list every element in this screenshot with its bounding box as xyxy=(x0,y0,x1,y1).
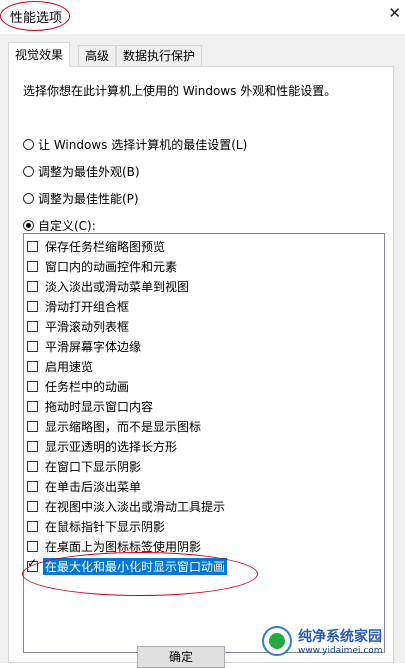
radio-icon xyxy=(23,166,34,177)
list-item-label: 保存任务栏缩略图预览 xyxy=(45,239,166,254)
list-item[interactable]: 在桌面上为图标标签使用阴影 xyxy=(27,537,203,555)
radio-label: 调整为最佳性能(P) xyxy=(38,192,139,206)
dialog-body: 视觉效果 高级 数据执行保护 选择你想在此计算机上使用的 Windows 外观和… xyxy=(0,34,405,663)
list-item-label: 在最大化和最小化时显示窗口动画 xyxy=(43,557,228,575)
checkbox[interactable] xyxy=(27,520,38,532)
list-item[interactable]: 滑动打开组合框 xyxy=(27,297,131,315)
list-item-label: 淡入淡出或滑动菜单到视图 xyxy=(45,279,190,294)
list-item-label: 在视图中淡入淡出或滑动工具提示 xyxy=(45,499,226,514)
list-item-label: 拖动时显示窗口内容 xyxy=(45,399,154,414)
checkbox-checked[interactable]: ✓ xyxy=(27,557,38,572)
list-item-label: 滑动打开组合框 xyxy=(45,299,130,314)
list-item[interactable]: 窗口内的动画控件和元素 xyxy=(27,257,179,275)
list-item[interactable]: 显示亚透明的选择长方形 xyxy=(27,437,179,455)
checkbox[interactable] xyxy=(27,360,38,372)
checkbox[interactable] xyxy=(27,500,38,512)
list-item-label: 在窗口下显示阴影 xyxy=(45,459,142,474)
checkbox[interactable] xyxy=(27,280,38,292)
radio-custom[interactable]: 自定义(C): xyxy=(23,217,96,234)
window-title: 性能选项 xyxy=(10,11,63,26)
radio-let-windows-choose[interactable]: 让 Windows 选择计算机的最佳设置(L) xyxy=(23,136,247,153)
checkbox[interactable] xyxy=(27,460,38,472)
list-item[interactable]: 任务栏中的动画 xyxy=(27,377,131,395)
list-item[interactable]: 平滑滚动列表框 xyxy=(27,317,131,335)
list-item[interactable]: 在视图中淡入淡出或滑动工具提示 xyxy=(27,497,227,515)
radio-best-appearance[interactable]: 调整为最佳外观(B) xyxy=(23,163,140,180)
list-item[interactable]: 淡入淡出或滑动菜单到视图 xyxy=(27,277,191,295)
checkbox[interactable] xyxy=(27,320,38,332)
watermark: 纯净系统家园 www.yidaimei.com xyxy=(262,626,383,656)
list-item-label: 启用速览 xyxy=(45,359,94,374)
effects-list[interactable]: 保存任务栏缩略图预览 窗口内的动画控件和元素 淡入淡出或滑动菜单到视图 滑动打开… xyxy=(23,233,385,653)
checkbox[interactable] xyxy=(27,420,38,432)
list-item-selected[interactable]: ✓ 在最大化和最小化时显示窗口动画 xyxy=(27,557,228,575)
list-item[interactable]: 拖动时显示窗口内容 xyxy=(27,397,155,415)
watermark-logo-icon xyxy=(262,626,292,656)
list-item[interactable]: 在鼠标指针下显示阴影 xyxy=(27,517,167,535)
visual-effects-page: 选择你想在此计算机上使用的 Windows 外观和性能设置。 让 Windows… xyxy=(8,66,394,663)
checkbox[interactable] xyxy=(27,240,38,252)
list-item[interactable]: 保存任务栏缩略图预览 xyxy=(27,237,167,255)
list-item-label: 显示缩略图，而不是显示图标 xyxy=(45,419,202,434)
checkbox[interactable] xyxy=(27,540,38,552)
tab-dep[interactable]: 数据执行保护 xyxy=(116,45,203,66)
radio-best-performance[interactable]: 调整为最佳性能(P) xyxy=(23,190,139,207)
list-item[interactable]: 在窗口下显示阴影 xyxy=(27,457,143,475)
radio-label: 自定义(C): xyxy=(38,219,96,233)
page-description: 选择你想在此计算机上使用的 Windows 外观和性能设置。 xyxy=(23,84,337,98)
checkbox[interactable] xyxy=(27,400,38,412)
checkbox[interactable] xyxy=(27,300,38,312)
list-item-label: 平滑滚动列表框 xyxy=(45,319,130,334)
checkbox[interactable] xyxy=(27,480,38,492)
checkbox[interactable] xyxy=(27,340,38,352)
list-item-label: 任务栏中的动画 xyxy=(45,379,130,394)
radio-icon xyxy=(23,193,34,204)
tab-advanced[interactable]: 高级 xyxy=(78,45,117,66)
watermark-url: www.yidaimei.com xyxy=(298,646,383,656)
radio-icon xyxy=(23,139,34,150)
list-item[interactable]: 显示缩略图，而不是显示图标 xyxy=(27,417,203,435)
radio-selected-dot xyxy=(26,223,31,228)
watermark-name: 纯净系统家园 xyxy=(298,629,382,645)
list-item[interactable]: 平滑屏幕字体边缘 xyxy=(27,337,143,355)
checkmark-icon: ✓ xyxy=(27,555,38,570)
list-item[interactable]: 在单击后淡出菜单 xyxy=(27,477,143,495)
list-item-label: 平滑屏幕字体边缘 xyxy=(45,339,142,354)
list-item-label: 在桌面上为图标标签使用阴影 xyxy=(45,539,202,554)
list-item-label: 窗口内的动画控件和元素 xyxy=(45,259,178,274)
list-item[interactable]: 启用速览 xyxy=(27,357,95,375)
ok-button[interactable]: 确定 xyxy=(137,646,225,668)
close-icon[interactable]: ✕ xyxy=(388,4,401,22)
checkbox[interactable] xyxy=(27,440,38,452)
radio-label: 调整为最佳外观(B) xyxy=(38,165,140,179)
title-bar: 性能选项 ✕ xyxy=(0,0,405,34)
checkbox[interactable] xyxy=(27,380,38,392)
list-item-label: 在单击后淡出菜单 xyxy=(45,479,142,494)
checkbox[interactable] xyxy=(27,260,38,272)
list-item-label: 显示亚透明的选择长方形 xyxy=(45,439,178,454)
radio-label: 让 Windows 选择计算机的最佳设置(L) xyxy=(38,138,248,152)
tab-visual-effects[interactable]: 视觉效果 xyxy=(8,42,71,67)
list-item-label: 在鼠标指针下显示阴影 xyxy=(45,519,166,534)
radio-icon xyxy=(23,220,34,231)
